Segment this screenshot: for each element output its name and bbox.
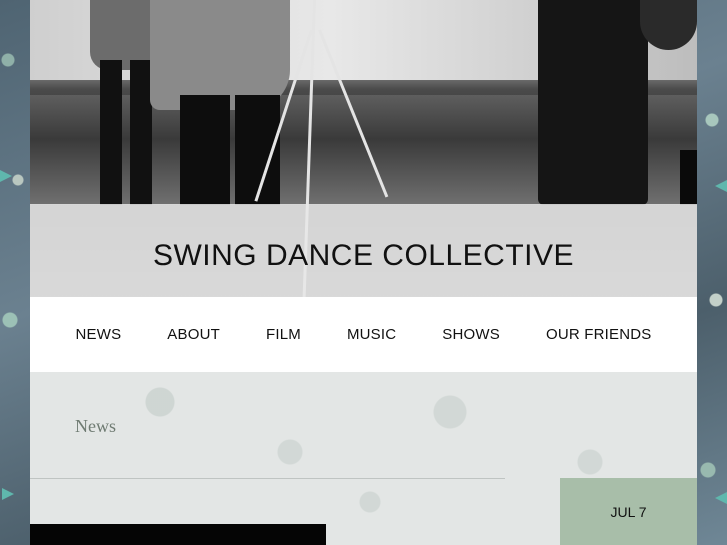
site-header: SWING DANCE COLLECTIVE: [30, 204, 697, 297]
nav-item-news[interactable]: NEWS: [52, 326, 144, 343]
page-container: SWING DANCE COLLECTIVE NEWS ABOUT FILM M…: [30, 0, 697, 545]
hero-post: [680, 150, 697, 205]
nav-item-our-friends[interactable]: OUR FRIENDS: [523, 326, 675, 343]
nav-item-film[interactable]: FILM: [243, 326, 324, 343]
hero-person-legs: [130, 60, 152, 205]
news-section: News JUL 7: [30, 372, 697, 545]
main-nav: NEWS ABOUT FILM MUSIC SHOWS OUR FRIENDS: [30, 297, 697, 372]
pattern-triangle: [0, 170, 12, 182]
section-heading: News: [75, 416, 116, 436]
pattern-triangle: [715, 492, 727, 504]
post-date-badge: JUL 7: [560, 478, 697, 545]
hero-person-legs: [100, 60, 122, 205]
section-divider: [30, 478, 505, 479]
pattern-triangle: [2, 488, 14, 500]
nav-item-shows[interactable]: SHOWS: [419, 326, 523, 343]
post-date: JUL 7: [610, 503, 647, 520]
post-image[interactable]: [30, 524, 326, 545]
nav-item-music[interactable]: MUSIC: [324, 326, 419, 343]
nav-item-about[interactable]: ABOUT: [144, 326, 243, 343]
hero-person-legs: [180, 95, 230, 205]
hero-person: [538, 0, 648, 205]
site-title[interactable]: SWING DANCE COLLECTIVE: [153, 239, 574, 273]
pattern-triangle: [715, 180, 727, 192]
hero-person: [150, 0, 290, 110]
